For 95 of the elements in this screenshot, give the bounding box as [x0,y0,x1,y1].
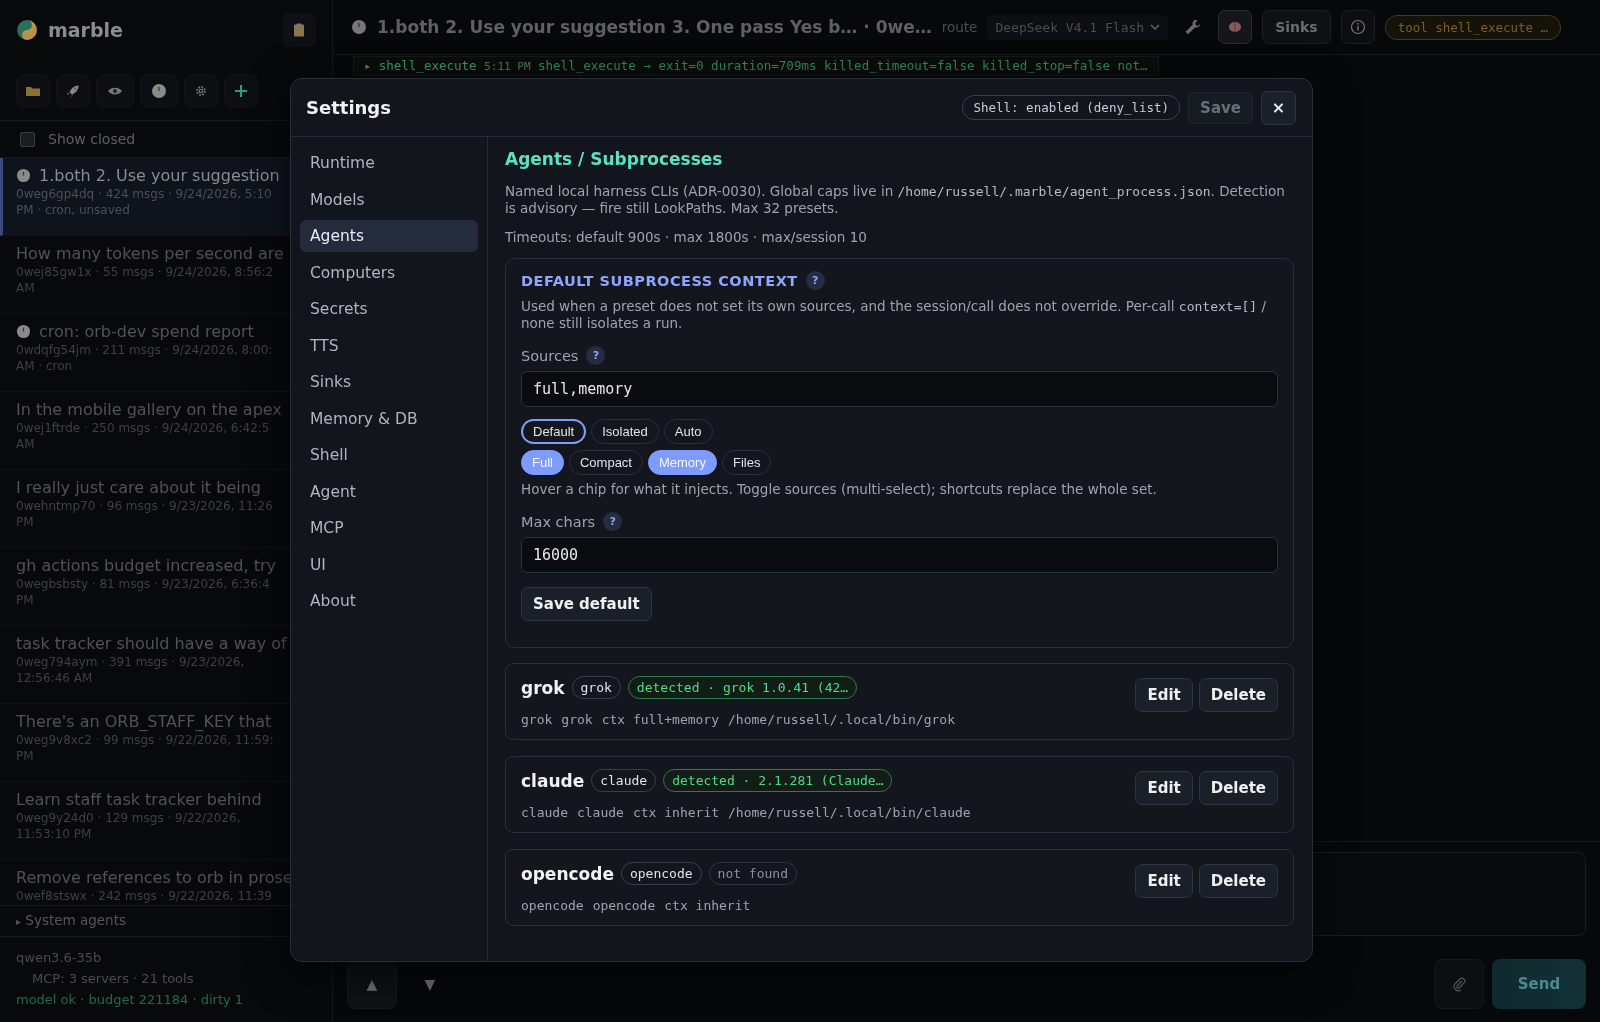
clipboard-icon [291,22,307,38]
settings-button[interactable] [184,74,218,108]
tool-status-pill: tool shell_execute … [1384,14,1562,40]
agent-detail: ctx inherit [664,898,751,913]
info-button[interactable] [1340,10,1375,44]
mcp-status: MCP: 3 servers · 21 tools [31,970,195,988]
session-meta: 0wef8stswx · 242 msgs · 9/22/2026, 11:39 [16,889,272,905]
session-meta: 0wej85gw1x · 55 msgs · 9/24/2026, 8:56:2 AM [16,265,274,296]
agent-detail: claude [576,805,624,820]
source-chip[interactable]: Compact [568,450,643,475]
edit-button[interactable]: Edit [1135,771,1193,805]
folder-button[interactable] [16,74,50,108]
app-name: marble [48,19,123,41]
shortcut-chip[interactable]: Auto [663,419,713,444]
agent-detail: ctx inherit [632,805,720,820]
wrench-icon[interactable] [1184,18,1203,36]
clipboard-button[interactable] [282,13,316,47]
session-meta: 0wej1ftrde · 250 msgs · 9/24/2026, 6:42:5 AM [16,421,270,452]
add-button[interactable] [224,74,258,108]
sinks-button[interactable]: Sinks [1262,10,1331,44]
session-title: cron: orb-dev spend report [39,322,254,341]
detection-status-badge: detected · grok 1.0.41 (42… [627,676,858,699]
send-button[interactable]: Send [1492,959,1586,1009]
rocket-icon [64,82,82,100]
agent-name: grok [521,677,565,698]
section-description: Named local harness CLIs (ADR-0030). Global caps live in /home/russell/.marble/agent_process.json. Detection is advisory — fire still LookPaths. Max 32 presets. [505,183,1286,217]
agent-name: opencode [521,863,614,884]
session-meta: 0wehntmp70 · 96 msgs · 9/23/2026, 11:26 PM [16,499,273,530]
shortcut-chip[interactable]: Default [521,419,587,444]
show-closed-checkbox[interactable] [20,131,35,147]
clock-button[interactable] [140,74,178,108]
agent-name: claude [521,770,585,791]
sources-label: Sources [521,347,579,364]
delete-button[interactable]: Delete [1198,864,1278,898]
agent-detail: opencode [592,898,656,913]
shortcut-chip[interactable]: Isolated [591,419,659,444]
section-heading: Agents / Subprocesses [505,149,724,169]
brain-button[interactable] [1218,10,1253,44]
session-title: task tracker should have a way of [16,634,287,653]
help-button[interactable]: ? [805,271,825,290]
settings-icon [194,84,208,98]
max-chars-label: Max chars [521,513,596,530]
session-title: There's an ORB_STAFF_KEY that [16,712,272,731]
dialog-title: Settings [306,97,391,118]
help-button[interactable]: ? [603,512,623,531]
clock-icon [351,19,367,35]
route-label: route [941,19,978,35]
panel-heading: DEFAULT SUBPROCESS CONTEXT [521,272,798,289]
session-title: I really just care about it being [16,478,261,497]
session-title: In the mobile gallery on the apex [16,400,282,419]
chip-hint: Hover a chip for what it injects. Toggle sources (multi-select); shortcuts replace the whole set. [521,481,1158,498]
session-title: gh actions budget increased, try [16,556,276,575]
agent-detail: /home/russell/.local/bin/claude [728,805,971,820]
paperclip-icon [1451,976,1467,992]
session-meta: 0wdqfg54jm · 211 msgs · 9/24/2026, 8:00: AM · cron [16,343,273,374]
agent-detail: opencode [521,898,584,913]
shell-status-badge: Shell: enabled (deny_list) [962,95,1181,120]
agent-detail: grok [561,712,593,727]
rocket-button[interactable] [56,74,90,108]
show-closed-label: Show closed [48,131,136,147]
plus-icon [233,83,249,99]
max-chars-field[interactable]: 16000 [521,537,1278,573]
session-meta: 0weg6gp4dq · 424 msgs · 9/24/2026, 5:10 PM · cron, unsaved [16,187,272,218]
edit-button[interactable]: Edit [1135,864,1193,898]
delete-button[interactable]: Delete [1198,678,1278,712]
detection-status-badge: detected · 2.1.281 (Claude… [663,769,893,792]
session-meta: 0weg9v8xc2 · 99 msgs · 9/22/2026, 11:59: PM [16,733,274,764]
info-icon [1349,19,1366,35]
source-chip[interactable]: Files [721,450,772,475]
model-name: qwen3.6-35b [16,949,103,967]
agent-detail: claude [521,805,568,820]
edit-button[interactable]: Edit [1135,678,1193,712]
session-title: 1.both 2. Use your suggestion [39,166,280,185]
session-title: 1.both 2. Use your suggestion 3. One pass Yes b… · 0we… [377,17,932,37]
panel-description: Used when a preset does not set its own sources, and the session/call does not override. Per-call context=[] / none still isolates a run. [521,298,1267,332]
timeouts-text: Timeouts: default 900s · max 1800s · max/session 10 [505,229,868,246]
model-status: model ok · budget 221184 · dirty 1 [16,991,245,1009]
help-button[interactable]: ? [586,346,606,365]
settings-nav-item[interactable]: Agents [300,220,478,252]
eye-button[interactable] [96,74,134,108]
session-meta: 0weg794aym · 391 msgs · 9/23/2026, 12:56:46 AM [16,655,245,686]
delete-button[interactable]: Delete [1198,771,1278,805]
agent-detail: grok [521,712,553,727]
session-title: Learn staff task tracker behind [16,790,262,809]
marble-logo-icon [16,19,38,41]
session-title: How many tokens per second are [16,244,284,263]
agent-detail: /home/russell/.local/bin/grok [728,712,955,727]
clock-icon [151,83,167,99]
save-default-button[interactable]: Save default [521,587,652,621]
close-button[interactable]: × [1261,90,1296,125]
session-meta: 0wegbsbsty · 81 msgs · 9/23/2026, 6:36:4 PM [16,577,270,608]
sources-field[interactable]: full,memory [521,371,1278,407]
caret-icon [1150,24,1161,30]
agent-detail: ctx full+memory [601,712,720,727]
session-meta: 0weg9y24d0 · 129 msgs · 9/22/2026, 11:53:10 PM [16,811,241,842]
